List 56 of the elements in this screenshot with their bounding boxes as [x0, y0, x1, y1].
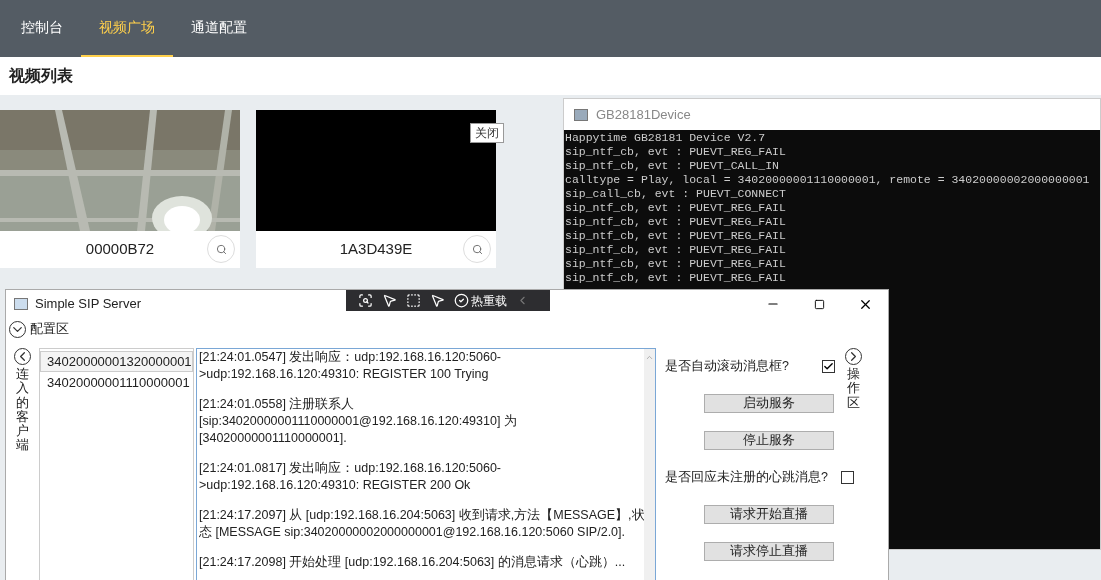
close-button[interactable]: 关闭: [470, 123, 504, 143]
video-name: 1A3D439E: [339, 239, 413, 260]
pointer-icon: [430, 293, 445, 308]
check-icon: [823, 360, 834, 372]
window-title: GB28181Device: [596, 105, 691, 124]
log-line: 态 [MESSAGE sip:34020000002000000001@192.168.16.120:5060 SIP/2.0].: [199, 524, 626, 541]
check-circle-icon: [454, 293, 469, 308]
console-line: sip_call_cb, evt : PUEVT_CONNECT: [565, 187, 787, 201]
log-line: [21:24:17.2098] 开始处理 [udp:192.168.16.204:5063] 的消息请求（心跳）...: [199, 554, 627, 571]
frame-icon: [406, 293, 421, 308]
action-button[interactable]: 停止服务: [704, 430, 834, 450]
app-icon: [574, 108, 588, 121]
client-item[interactable]: 34020000001320000001: [40, 351, 193, 372]
app-icon: [14, 298, 28, 310]
log-line: >udp:192.168.16.120:49310: REGISTER 200 Ok: [199, 477, 472, 494]
pointer-icon: [382, 293, 397, 308]
video-name: 00000B72: [85, 239, 155, 260]
log-line: [21:24:01.0817] 发出响应：udp:192.168.16.120:5060-: [199, 460, 503, 477]
console-line: sip_ntf_cb, evt : PUEVT_CALL_IN: [565, 159, 780, 173]
window-title: Simple SIP Server: [35, 295, 141, 314]
search-icon: [471, 243, 483, 255]
inspect-icon: [358, 293, 373, 308]
checkbox-label: 是否自动滚动消息框?: [665, 358, 789, 375]
checkbox[interactable]: [840, 470, 854, 484]
console-line: sip_ntf_cb, evt : PUEVT_REG_FAIL: [565, 229, 787, 243]
section-header: 配置区: [30, 320, 69, 339]
console-line: sip_ntf_cb, evt : PUEVT_REG_FAIL: [565, 271, 787, 285]
maximize-icon: [813, 298, 825, 310]
console-line: sip_ntf_cb, evt : PUEVT_REG_FAIL: [565, 145, 787, 159]
log-line: [21:24:01.0547] 发出响应：udp:192.168.16.120:5060-: [199, 349, 503, 366]
action-button[interactable]: 请求停止直播: [704, 541, 834, 561]
action-button[interactable]: 请求开始直播: [704, 504, 834, 524]
panel-label: 操作区: [847, 367, 860, 410]
console-line: sip_ntf_cb, evt : PUEVT_REG_FAIL: [565, 243, 787, 257]
hot-reload-label[interactable]: 热重载: [471, 291, 507, 310]
checkbox[interactable]: [822, 359, 835, 373]
nav-tab[interactable]: 通道配置: [173, 0, 265, 57]
console-line: Happytime GB28181 Device V2.7: [565, 131, 767, 145]
scroll-up-icon: [645, 353, 654, 362]
console-line: sip_ntf_cb, evt : PUEVT_REG_FAIL: [565, 215, 787, 229]
checkbox-label: 是否回应未注册的心跳消息?: [665, 468, 828, 486]
section-title: 视频列表: [9, 66, 73, 86]
log-line: [21:24:01.0558] 注册联系人: [199, 396, 356, 413]
scroll-bar[interactable]: [644, 349, 655, 580]
log-line: [21:24:17.2097] 从 [udp:192.168.16.204:5063] 收到请求,方法【MESSAGE】,状: [199, 507, 642, 524]
log-line: >udp:192.168.16.120:49310: REGISTER 100 Trying: [199, 366, 490, 383]
console-line: sip_ntf_cb, evt : PUEVT_REG_FAIL: [565, 257, 787, 271]
search-icon: [215, 243, 227, 255]
console-line: calltype = Play, local = 34020000001110000001, remote = 34020000002000000001: [565, 173, 1091, 187]
nav-tab[interactable]: 控制台: [3, 0, 81, 57]
log-line: [34020000001110000001].: [199, 430, 348, 447]
action-button[interactable]: 启动服务: [704, 393, 834, 413]
log-line: [sip:34020000001110000001@192.168.16.120:49310] 为: [199, 413, 518, 430]
panel-label: 连入的客户端: [16, 367, 29, 453]
client-item[interactable]: 34020000001110000001: [40, 372, 193, 393]
console-line: sip_ntf_cb, evt : PUEVT_REG_FAIL: [565, 201, 787, 215]
